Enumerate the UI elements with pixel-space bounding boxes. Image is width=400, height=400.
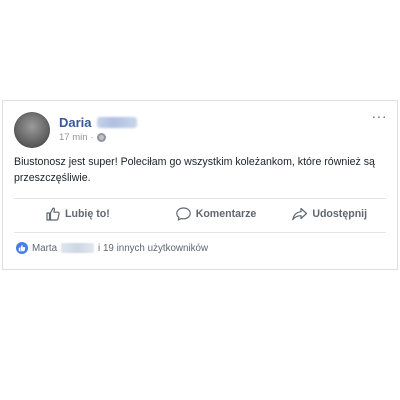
action-bar: Lubię to! Komentarze Udostępnij: [14, 199, 386, 229]
globe-icon[interactable]: [96, 133, 106, 142]
thumbs-up-icon: [46, 207, 60, 221]
reaction-others[interactable]: i 19 innych użytkowników: [98, 243, 208, 254]
comment-label: Komentarze: [195, 208, 257, 220]
share-label: Udostępnij: [312, 208, 368, 220]
post-meta: 17 min ·: [59, 132, 106, 143]
divider-bottom: [14, 232, 386, 233]
author-name[interactable]: Daria: [59, 115, 92, 130]
reactions-summary[interactable]: Marta i 19 innych użytkowników: [16, 242, 208, 254]
author-avatar[interactable]: [14, 112, 50, 148]
share-button[interactable]: Udostępnij: [272, 199, 386, 229]
author-name-row: Daria: [59, 114, 137, 130]
redacted-surname: [96, 116, 137, 128]
post-card: Daria 17 min · ··· Biustonosz jest super…: [2, 100, 398, 270]
like-button[interactable]: Lubię to!: [14, 199, 159, 229]
post-options-button[interactable]: ···: [372, 109, 388, 123]
redacted-friend-surname: [61, 243, 95, 253]
meta-separator: ·: [90, 132, 94, 143]
comment-button[interactable]: Komentarze: [159, 199, 273, 229]
post-timestamp[interactable]: 17 min: [59, 132, 88, 143]
like-label: Lubię to!: [65, 208, 110, 220]
post-text: Biustonosz jest super! Poleciłam go wszy…: [14, 156, 375, 184]
like-reaction-icon: [16, 242, 28, 254]
comment-icon: [175, 207, 191, 221]
share-icon: [292, 207, 308, 221]
reaction-first-name[interactable]: Marta: [32, 243, 57, 254]
